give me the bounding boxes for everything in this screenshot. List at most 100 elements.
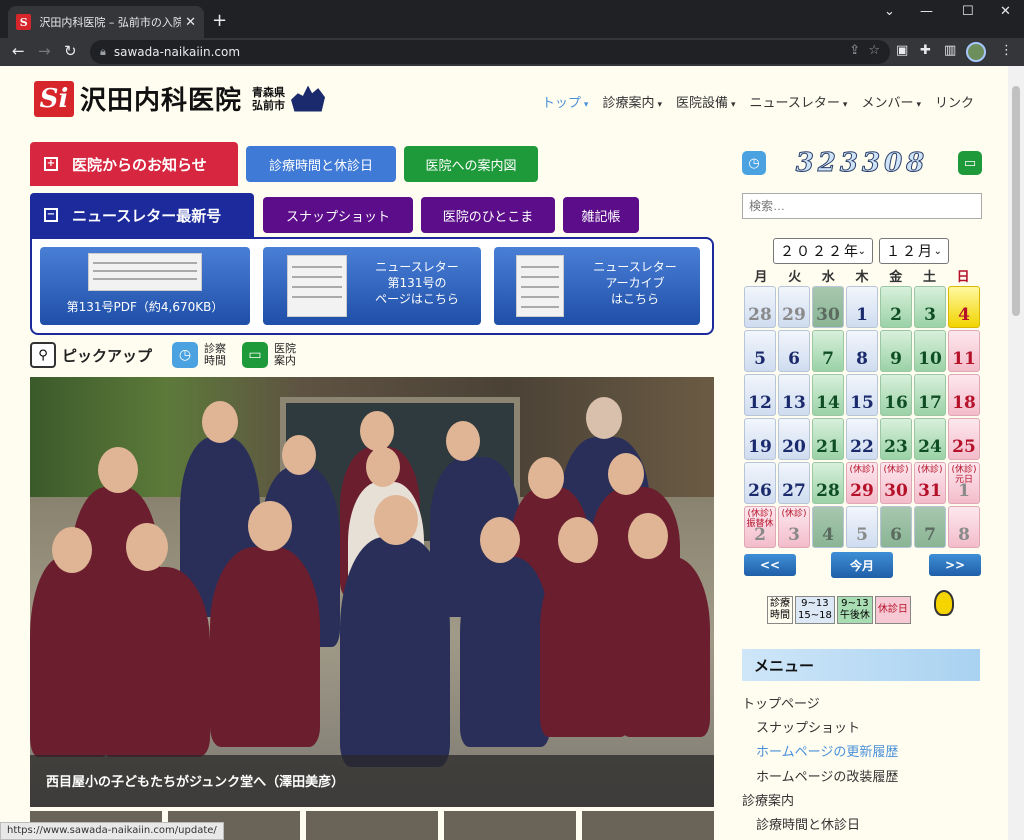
browser-tab[interactable]: S 沢田内科医院 – 弘前市の入院設備 ✕	[8, 6, 204, 38]
calendar-day[interactable]: (休診) 29	[846, 462, 878, 504]
menu-icon[interactable]: ⋮	[1000, 43, 1013, 58]
hitokoma-button[interactable]: 医院のひとこま	[421, 197, 555, 233]
site-logo[interactable]: Si 沢田内科医院 青森県 弘前市	[34, 80, 326, 117]
photo-caption[interactable]: 西目屋小の子どもたちがジュンク堂へ（澤田美彦）	[30, 755, 714, 807]
calendar-day[interactable]: 28	[812, 462, 844, 504]
search-input[interactable]	[742, 193, 982, 219]
hours-link[interactable]: 診察 時間	[204, 343, 226, 367]
hours-button[interactable]: 診療時間と休診日	[246, 146, 396, 182]
calendar-day[interactable]: 10	[914, 330, 946, 372]
calendar-day[interactable]: 9	[880, 330, 912, 372]
calendar-day[interactable]: 14	[812, 374, 844, 416]
menu-update-history[interactable]: ホームページの更新履歴	[756, 741, 898, 760]
calendar-day[interactable]: (休診) 30	[880, 462, 912, 504]
featured-photo[interactable]: 西目屋小の子どもたちがジュンク堂へ（澤田美彦）	[30, 377, 714, 807]
calendar-day[interactable]: 15	[846, 374, 878, 416]
this-month-button[interactable]: 今月	[831, 552, 893, 578]
calendar-day[interactable]: 4	[948, 286, 980, 328]
calendar-day[interactable]: 20	[778, 418, 810, 460]
clock-icon[interactable]: ◷	[742, 151, 766, 175]
guide-link[interactable]: 医院 案内	[274, 343, 296, 367]
new-tab-button[interactable]: +	[212, 10, 227, 31]
prev-month-button[interactable]: <<	[744, 554, 796, 576]
calendar-day[interactable]: 6	[778, 330, 810, 372]
window-close-icon[interactable]: ✕	[1000, 4, 1011, 19]
newsletter-archive-link[interactable]: ニュースレター アーカイブ はこちら	[494, 247, 700, 325]
calendar-day[interactable]: (休診) 31	[914, 462, 946, 504]
calendar-day[interactable]: 11	[948, 330, 980, 372]
photo-thumbnail[interactable]	[306, 811, 438, 840]
extension-icon[interactable]: ▣	[896, 43, 908, 58]
puzzle-icon[interactable]: ✚	[920, 43, 931, 58]
nav-members[interactable]: メンバー ▾	[861, 92, 921, 111]
calendar-day[interactable]: 1	[846, 286, 878, 328]
nav-newsletter[interactable]: ニュースレター ▾	[750, 92, 848, 111]
calendar-day[interactable]: 21	[812, 418, 844, 460]
clock-icon[interactable]: ◷	[172, 342, 199, 368]
nav-top[interactable]: トップ ▾	[542, 92, 589, 111]
calendar-day[interactable]: 23	[880, 418, 912, 460]
menu-snapshot[interactable]: スナップショット	[756, 717, 860, 736]
nav-links[interactable]: リンク	[935, 92, 974, 111]
page-scrollbar[interactable]	[1008, 66, 1024, 840]
calendar-day[interactable]: (休診)振替休 2	[744, 506, 776, 548]
calendar-day[interactable]: 19	[744, 418, 776, 460]
calendar-day[interactable]: 13	[778, 374, 810, 416]
maximize-icon[interactable]: ☐	[962, 4, 974, 19]
newsletter-page-link[interactable]: ニュースレター 第131号の ページはこちら	[263, 247, 481, 325]
calendar-day[interactable]: 30	[812, 286, 844, 328]
calendar-day[interactable]: 26	[744, 462, 776, 504]
zakki-button[interactable]: 雑記帳	[563, 197, 639, 233]
calendar-day[interactable]: 5	[744, 330, 776, 372]
close-tab-icon[interactable]: ✕	[185, 15, 196, 30]
calendar-day[interactable]: 5	[846, 506, 878, 548]
newsletter-pdf-link[interactable]: 第131号PDF（約4,670KB）	[40, 247, 250, 325]
minimize-icon[interactable]: —	[920, 4, 933, 19]
calendar-day[interactable]: 2	[880, 286, 912, 328]
calendar-day[interactable]: (休診) 3	[778, 506, 810, 548]
profile-avatar[interactable]	[966, 42, 986, 62]
calendar-day[interactable]: 8	[948, 506, 980, 548]
newsletter-tab[interactable]: − ニュースレター最新号	[30, 193, 254, 237]
share-icon[interactable]: ⇪ ☆	[849, 43, 880, 58]
nav-clinic-info[interactable]: 診療案内 ▾	[602, 92, 662, 111]
calendar-day[interactable]: 7	[812, 330, 844, 372]
calendar-day[interactable]: 7	[914, 506, 946, 548]
side-panel-icon[interactable]: ▥	[944, 43, 956, 58]
month-select[interactable]: １２月 ⌄	[879, 238, 949, 264]
menu-clinic-info[interactable]: 診療案内	[742, 790, 794, 809]
calendar-day[interactable]: 12	[744, 374, 776, 416]
forward-icon[interactable]: →	[38, 42, 51, 60]
photo-thumbnail[interactable]	[582, 811, 714, 840]
calendar-day[interactable]: 28	[744, 286, 776, 328]
calendar-day[interactable]: 22	[846, 418, 878, 460]
car-icon[interactable]: ▭	[242, 342, 269, 368]
map-button[interactable]: 医院への案内図	[404, 146, 538, 182]
calendar-day[interactable]: 25	[948, 418, 980, 460]
url-field[interactable]: 🔒︎ sawada-naikaiin.com ⇪ ☆	[90, 40, 890, 64]
tab-search-icon[interactable]: ⌄	[884, 4, 895, 19]
back-icon[interactable]: ←	[12, 42, 25, 60]
calendar-day[interactable]: 18	[948, 374, 980, 416]
calendar-day[interactable]: 17	[914, 374, 946, 416]
menu-top-page[interactable]: トップページ	[742, 693, 820, 712]
photo-thumbnail[interactable]	[444, 811, 576, 840]
menu-renovation-history[interactable]: ホームページの改装履歴	[756, 766, 898, 785]
year-select[interactable]: ２０２２年 ⌄	[773, 238, 873, 264]
car-icon[interactable]: ▭	[957, 151, 982, 175]
menu-hours[interactable]: 診療時間と休診日	[756, 814, 860, 833]
scrollbar-thumb[interactable]	[1012, 86, 1020, 316]
nav-facilities[interactable]: 医院設備 ▾	[676, 92, 736, 111]
calendar-day[interactable]: 6	[880, 506, 912, 548]
snapshot-button[interactable]: スナップショット	[263, 197, 413, 233]
next-month-button[interactable]: >>	[929, 554, 981, 576]
calendar-day[interactable]: (休診)元日 1	[948, 462, 980, 504]
notice-tab[interactable]: + 医院からのお知らせ	[30, 142, 238, 186]
calendar-day[interactable]: 24	[914, 418, 946, 460]
calendar-day[interactable]: 16	[880, 374, 912, 416]
calendar-day[interactable]: 29	[778, 286, 810, 328]
calendar-day[interactable]: 4	[812, 506, 844, 548]
calendar-day[interactable]: 27	[778, 462, 810, 504]
calendar-day[interactable]: 3	[914, 286, 946, 328]
calendar-day[interactable]: 8	[846, 330, 878, 372]
